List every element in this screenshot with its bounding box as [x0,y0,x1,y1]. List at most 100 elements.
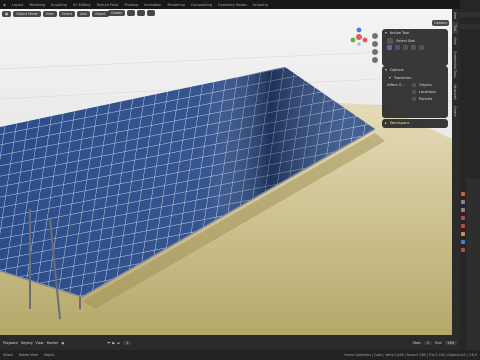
3d-viewport[interactable]: ▣ Object Mode View Select Add Object Glo… [0,9,452,335]
timeline-header: Playback Keying View Marker ● ⏮ ▶ ⏭ 1 St… [0,335,460,350]
current-frame-field[interactable]: 1 [123,340,132,345]
tab-animation[interactable]: Animation [141,3,164,7]
outliner-row[interactable] [460,12,480,17]
jump-start-icon[interactable]: ⏮ [107,341,110,345]
render-props-icon[interactable] [461,200,465,204]
tab-sculpting[interactable]: Sculpting [48,3,70,7]
sidebar-tab-create[interactable]: Create [452,103,458,120]
pivot-icon[interactable] [126,10,135,16]
playback-menu[interactable]: Playback [3,341,18,345]
world-props-icon[interactable] [461,224,465,228]
active-tool-header[interactable]: ▾ Active Tool [382,29,448,37]
origins-checkbox[interactable] [412,82,416,87]
top-menu-bar: ◉ Layout Modeling Sculpting UV Editing T… [0,0,480,9]
parents-checkbox[interactable] [412,96,416,101]
locations-checkbox[interactable] [412,89,416,94]
start-frame-field[interactable]: 1 [423,340,433,345]
sidebar-tab-item[interactable]: Item [452,9,458,22]
affect-origins-row: Affect O... Origins [382,81,448,88]
mode-intersect-icon[interactable] [419,45,424,50]
add-menu[interactable]: Add [77,10,90,17]
zoom-icon[interactable] [372,33,378,39]
tab-shading[interactable]: Shading [121,3,141,7]
affect-locations-row: Locations [382,88,448,95]
sidebar-tab-view[interactable]: View [452,34,458,48]
outliner-row[interactable] [460,30,480,35]
outliner-row[interactable] [460,24,480,29]
active-tool-panel: ▾ Active Tool Select Box [382,29,448,66]
sidebar-tab-screenshot-tools[interactable]: Screenshot Tools [452,48,458,81]
tab-rendering[interactable]: Rendering [164,3,187,7]
end-frame-label: End [435,340,442,345]
locations-label: Locations [419,89,437,94]
object-mode-dropdown[interactable]: Object Mode [13,10,41,17]
pan-icon[interactable] [372,41,378,47]
transform-subheader[interactable]: ▾ Transform [382,74,448,81]
tab-modeling[interactable]: Modeling [27,3,48,7]
transform-orientation-dropdown[interactable]: Global [108,10,125,16]
collapse-arrow-icon: ▾ [385,68,387,72]
selection-mode-buttons [382,44,448,51]
end-frame-field[interactable]: 250 [444,340,457,345]
tab-uv-editing[interactable]: UV Editing [70,3,94,7]
affect-parents-row: Parents [382,95,448,102]
tab-layout[interactable]: Layout [9,3,27,7]
navigation-gizmo[interactable] [349,27,369,47]
camera-icon[interactable] [372,49,378,55]
status-select-hint: Select [3,353,13,357]
mode-invert-icon[interactable] [411,45,416,50]
select-box-row[interactable]: Select Box [382,37,448,44]
modifier-props-icon[interactable] [461,240,465,244]
mode-extend-icon[interactable] [395,45,400,50]
marker-menu[interactable]: Marker [47,341,59,345]
transform-title: Transform [393,75,412,80]
workspace-panel: ▸ Workspace [382,119,448,128]
sidebar-tab-measureit[interactable]: MeasureIt [452,81,458,103]
options-panel: ▾ Options ▾ Transform Affect O... Origin… [382,66,448,118]
affect-only-label: Affect O... [387,82,405,87]
workspace-header[interactable]: ▸ Workspace [382,119,448,127]
workspace-title: Workspace [389,121,410,125]
tab-geometry-nodes[interactable]: Geometry Nodes [215,3,250,7]
active-tool-title: Active Tool [389,31,410,35]
keying-menu[interactable]: Keying [21,341,32,345]
object-props-icon[interactable] [461,232,465,236]
record-icon[interactable]: ● [61,341,64,345]
object-menu[interactable]: Object [91,10,109,17]
options-title: Options [389,68,404,72]
scene-statistics: Scene Collection | Cube | Verts:2,856 | … [344,353,477,357]
view-menu[interactable]: View [42,10,57,17]
tool-props-icon[interactable] [461,192,465,196]
properties-panel[interactable] [460,178,480,360]
options-dropdown[interactable]: Options [432,20,450,26]
output-props-icon[interactable] [461,208,465,212]
jump-end-icon[interactable]: ⏭ [117,341,120,345]
tab-texture-paint[interactable]: Texture Paint [93,3,121,7]
collapse-arrow-icon: ▾ [385,31,387,35]
select-box-label: Select Box [396,38,415,43]
perspective-icon[interactable] [372,57,378,63]
collapse-arrow-icon: ▾ [389,75,391,80]
parents-label: Parents [419,96,433,101]
editor-type-button[interactable]: ▣ [2,10,12,17]
blender-logo-icon[interactable]: ◉ [0,3,9,7]
outliner-row[interactable] [460,18,480,23]
proportional-edit-icon[interactable] [146,10,155,16]
play-icon[interactable]: ▶ [112,341,115,345]
scene-props-icon[interactable] [461,216,465,220]
tab-compositing[interactable]: Compositing [188,3,215,7]
tab-scripting[interactable]: Scripting [250,3,271,7]
timeline-view-menu[interactable]: View [36,341,44,345]
mode-set-icon[interactable] [387,45,392,50]
expand-arrow-icon: ▸ [385,121,387,125]
properties-tabs [460,178,466,360]
material-props-icon[interactable] [461,248,465,252]
mode-subtract-icon[interactable] [403,45,408,50]
status-object-hint: Object [43,353,55,357]
playback-controls: ⏮ ▶ ⏭ [107,341,120,345]
select-menu[interactable]: Select [58,10,76,17]
snap-icon[interactable] [136,10,145,16]
transform-toolbar: Global [108,10,155,16]
sidebar-tab-tool[interactable]: Tool [452,22,458,35]
options-header[interactable]: ▾ Options [382,66,448,74]
